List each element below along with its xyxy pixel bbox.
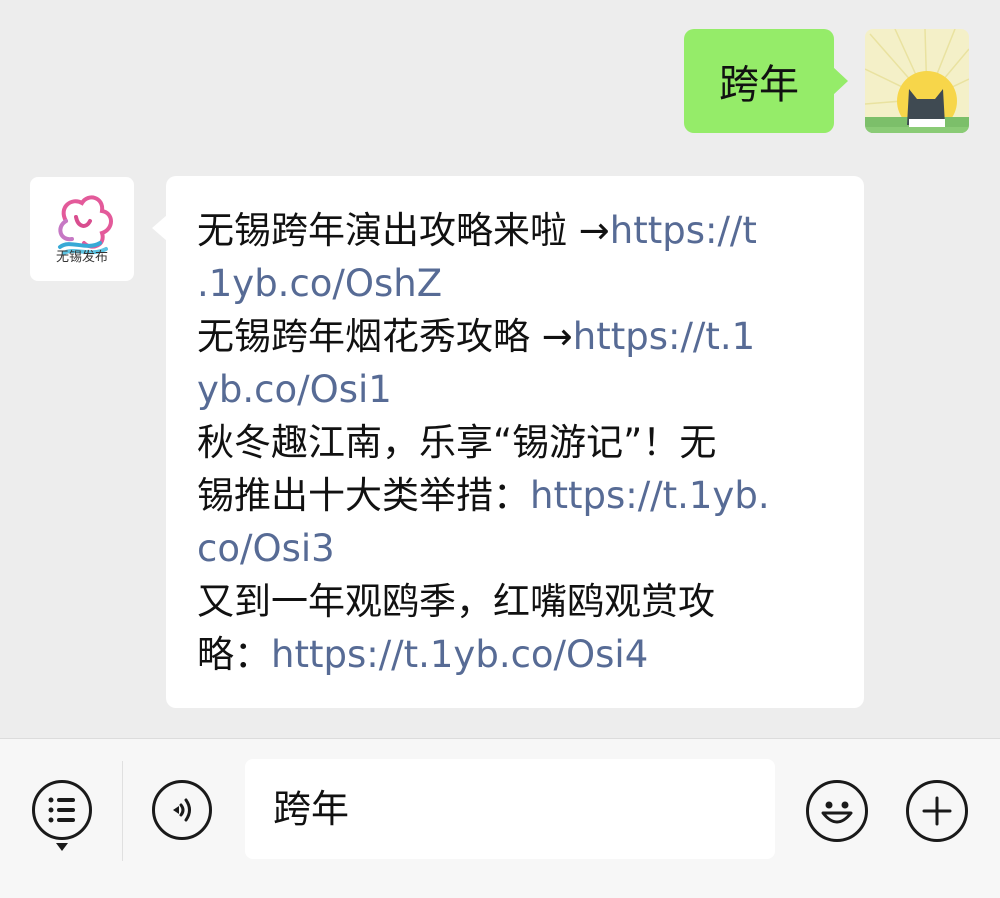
message-line: 又到一年观鸥季，红嘴鸥观赏攻: [197, 580, 715, 623]
message-line: 锡推出十大类举措：https://t.1yb.: [197, 474, 770, 517]
message-line: 略：https://t.1yb.co/Osi4: [197, 633, 649, 676]
cat-sunrise-avatar-image: [865, 29, 969, 133]
my-avatar[interactable]: [865, 29, 969, 133]
menu-list-icon: [48, 797, 75, 823]
message-link[interactable]: https://t: [610, 209, 757, 252]
sender-avatar[interactable]: 无锡发布: [30, 177, 134, 281]
voice-icon: [173, 798, 191, 822]
message-link[interactable]: co/Osi3: [197, 527, 335, 570]
message-link[interactable]: https://t.1: [573, 315, 755, 358]
emoji-icon: [821, 801, 853, 824]
message-line: 秋冬趣江南，乐享“锡游记”！无: [197, 421, 717, 464]
message-link[interactable]: yb.co/Osi1: [197, 368, 392, 411]
outgoing-message-bubble[interactable]: 跨年: [684, 29, 848, 133]
voice-button[interactable]: [152, 780, 212, 840]
message-line: yb.co/Osi1: [197, 363, 834, 416]
chat-area: 跨年 无锡发布 无锡跨年演出攻略来啦 →https://t .1yb.co/Os…: [0, 0, 1000, 738]
message-line: 无锡跨年烟花秀攻略 →https://t.1: [197, 315, 756, 358]
wuxi-fabu-logo-icon: [58, 195, 113, 255]
menu-caret-icon: [56, 843, 68, 851]
message-line: co/Osi3: [197, 522, 834, 575]
message-line: 无锡跨年演出攻略来啦 →https://t: [197, 209, 757, 252]
menu-list-button[interactable]: [32, 780, 92, 840]
message-link[interactable]: https://t.1yb.co/Osi4: [271, 633, 648, 676]
plus-button[interactable]: [906, 780, 968, 842]
message-link[interactable]: https://t.1yb.: [530, 474, 770, 517]
sender-name-label: 无锡发布: [55, 250, 108, 265]
message-line: .1yb.co/OshZ: [197, 257, 834, 310]
chat-input-bar: 跨年: [0, 738, 1000, 898]
divider: [122, 761, 123, 861]
emoji-button[interactable]: [806, 780, 868, 842]
incoming-message-bubble[interactable]: 无锡跨年演出攻略来啦 →https://t .1yb.co/OshZ 无锡跨年烟…: [152, 176, 864, 708]
message-link[interactable]: .1yb.co/OshZ: [197, 262, 442, 305]
outgoing-message-text: 跨年: [719, 62, 799, 108]
plus-icon: [922, 796, 952, 826]
message-input[interactable]: 跨年: [245, 759, 775, 859]
